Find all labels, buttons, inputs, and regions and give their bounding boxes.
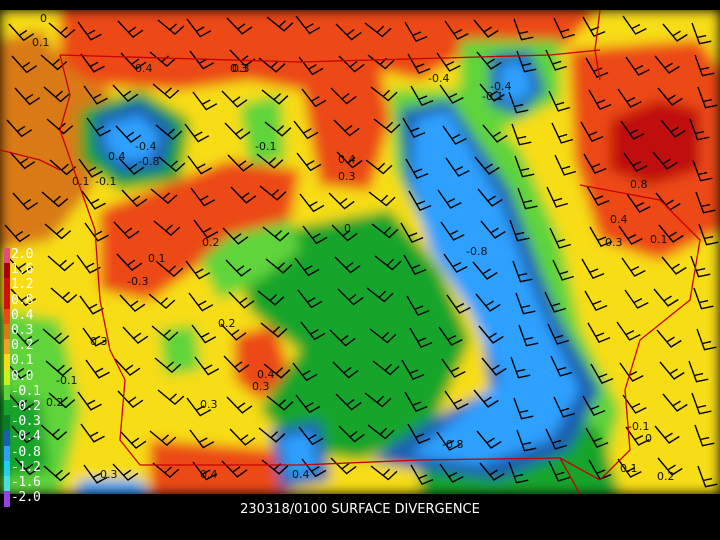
legend-label: -0.3 <box>11 414 41 430</box>
legend-label: -1.2 <box>11 459 41 475</box>
legend-label: 2.0 <box>11 247 33 262</box>
legend-label: 1.2 <box>11 277 33 293</box>
legend-label: -0.1 <box>11 383 41 399</box>
contour-label: -0.8 <box>466 245 487 258</box>
legend-label: 0.8 <box>11 292 33 308</box>
contour-label: -0.3 <box>127 275 148 288</box>
contour-label: 0.3 <box>200 398 218 411</box>
map-caption: 230318/0100 SURFACE DIVERGENCE <box>0 502 720 517</box>
contour-label: 0.4 <box>135 62 153 75</box>
contour-label: 0.2 <box>657 470 675 483</box>
legend-label: -0.8 <box>11 444 41 460</box>
weather-map-frame: 0 0.1 0.4 0.3 0.4 -0.8 -0.4 -0.1 0.4 0.3 -0.1 0.1 -0… <box>0 0 720 540</box>
contour-label: 0.3 <box>252 380 270 393</box>
caption-field-name: SURFACE DIVERGENCE <box>331 502 480 517</box>
contour-label: 0.3 <box>605 236 623 249</box>
legend-label: -1.6 <box>11 475 41 490</box>
legend-label: -0.4 <box>11 429 41 445</box>
contour-label: -0.1 <box>95 175 116 188</box>
legend-label: 0.0 <box>11 368 33 384</box>
contour-label: 0.1 <box>650 233 668 246</box>
contour-label: 0.2 <box>218 317 236 330</box>
contour-label: 0.3 <box>338 170 356 183</box>
color-legend: 2.0 1.6 1.2 0.8 0.4 0.3 0.2 0.1 0.0 -0.1 -0.2 -0.3-… <box>0 246 60 514</box>
region-bottom-left-low <box>75 480 150 494</box>
contour-label: -0.3 <box>96 468 117 481</box>
contour-label: 0.2 <box>202 236 220 249</box>
contour-label: -0.4 <box>135 140 156 153</box>
contour-label: 0 <box>40 12 47 25</box>
contour-label: 0.1 <box>32 36 50 49</box>
contour-label: 0.3 <box>230 62 248 75</box>
legend-label: 0.1 <box>11 353 33 369</box>
contour-label: -0.4 <box>490 80 511 93</box>
contour-label: -0.8 <box>138 155 159 168</box>
contour-label: 0.4 <box>338 153 356 166</box>
contour-label: 0 <box>645 432 652 445</box>
legend-label: 0.2 <box>11 338 33 354</box>
legend-label: 1.6 <box>11 262 33 278</box>
legend-label: 0.3 <box>11 323 33 338</box>
contour-label: 0 <box>344 222 351 235</box>
contour-label: 0.8 <box>630 178 648 191</box>
contour-label: 0.4 <box>200 468 218 481</box>
contour-label: 0.3 <box>90 335 108 348</box>
contour-label: 0.1 <box>148 252 166 265</box>
contour-label: -0.4 <box>428 72 449 85</box>
contour-label: 0.1 <box>72 175 90 188</box>
contour-label: 0.4 <box>610 213 628 226</box>
contour-label: 0.1 <box>620 462 638 475</box>
legend-label: -0.2 <box>11 399 41 414</box>
contour-label: -0.8 <box>442 438 463 451</box>
contour-label: 0.4 <box>292 468 310 481</box>
divergence-map: 00.10.4 0.30.4 -0.8-0.4-0.10.40.3-0.10.1 -0… <box>0 10 720 494</box>
contour-label: 0.4 <box>108 150 126 163</box>
contour-label: -0.1 <box>255 140 276 153</box>
legend-label: 0.4 <box>11 307 33 323</box>
caption-date-time: 230318/0100 <box>240 502 328 517</box>
